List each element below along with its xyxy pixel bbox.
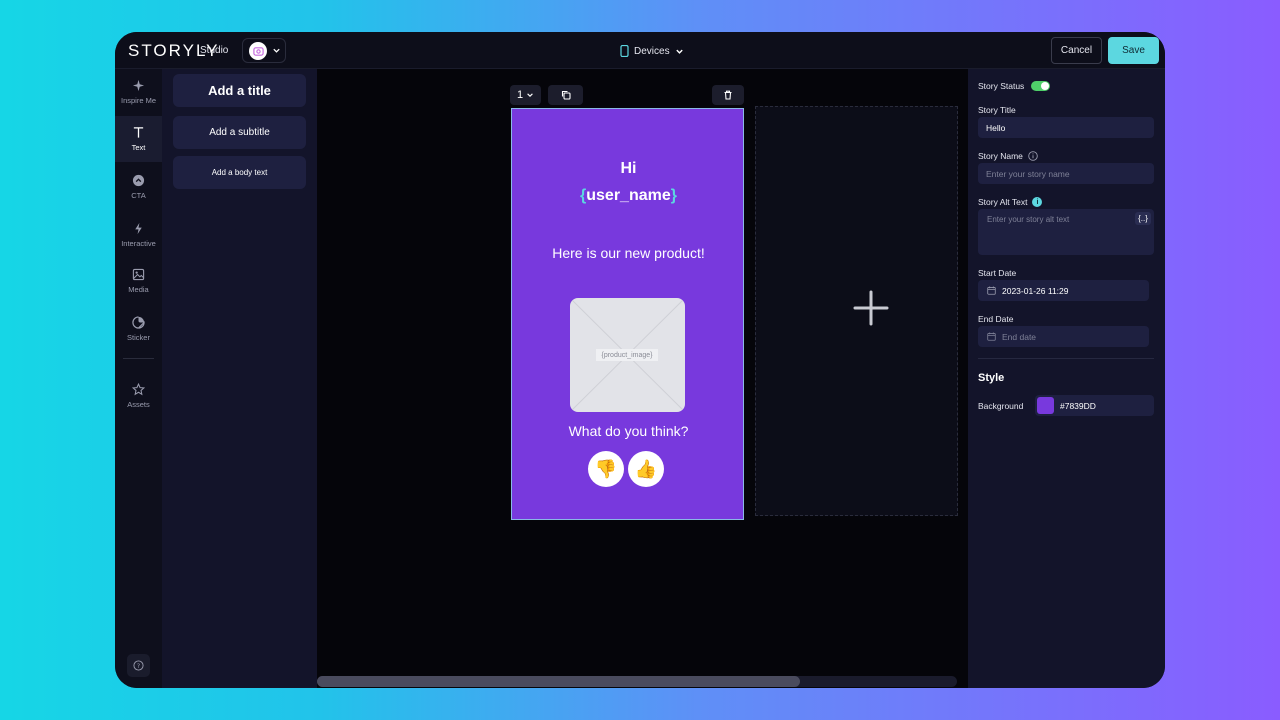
rail-item-text[interactable]: Text — [115, 116, 162, 162]
rail-item-cta[interactable]: CTA — [115, 164, 162, 210]
page-number-dropdown[interactable]: 1 — [510, 85, 541, 105]
duplicate-button[interactable] — [548, 85, 583, 105]
thumbs-down-button[interactable]: 👎 — [588, 451, 624, 487]
story-title-label: Story Title — [978, 105, 1016, 115]
story-alt-text: Story Alt Text — [978, 197, 1028, 207]
chevron-down-icon — [273, 48, 280, 53]
end-date-label: End Date — [978, 314, 1014, 324]
sticker-icon — [132, 316, 145, 329]
story-title-input[interactable]: Hello — [978, 117, 1154, 138]
rail-item-sticker[interactable]: Sticker — [115, 306, 162, 352]
rail-item-media[interactable]: Media — [115, 258, 162, 304]
insert-variable-button[interactable]: {..} — [1135, 212, 1151, 225]
color-swatch[interactable] — [1037, 397, 1054, 414]
svg-text:?: ? — [137, 662, 140, 670]
info-icon[interactable] — [1028, 151, 1038, 161]
story-body-text[interactable]: Here is our new product! — [552, 242, 705, 264]
calendar-icon — [987, 286, 996, 295]
user-var-name: user_name — [586, 187, 671, 204]
top-bar: STORYLY Studio Devices Cancel Save — [115, 32, 1165, 69]
story-name-label: Story Name — [978, 151, 1038, 161]
story-question[interactable]: What do you think? — [512, 423, 745, 439]
add-body-text-button[interactable]: Add a body text — [173, 156, 306, 189]
style-heading: Style — [978, 372, 1005, 384]
rail-label: CTA — [131, 191, 146, 200]
rail-label: Interactive — [121, 239, 156, 248]
rail-label: Sticker — [127, 333, 150, 342]
product-image-placeholder[interactable]: {product_image} — [570, 298, 685, 412]
brace-close: } — [670, 187, 677, 204]
product-image-label: {product_image} — [596, 349, 658, 361]
tool-rail: Inspire Me Text CTA Interactive Media St… — [115, 69, 162, 688]
star-icon — [132, 383, 145, 396]
thumbs-up-button[interactable]: 👍 — [628, 451, 664, 487]
rail-label: Text — [131, 143, 146, 152]
text-icon — [133, 127, 144, 138]
plus-icon — [853, 290, 889, 326]
chevron-down-icon — [675, 49, 683, 54]
delete-button[interactable] — [712, 85, 744, 105]
start-date-value: 2023-01-26 11:29 — [1002, 285, 1069, 296]
story-name-text: Story Name — [978, 151, 1023, 161]
rail-label: Inspire Me — [120, 96, 156, 105]
phone-icon — [620, 45, 629, 57]
app-picker[interactable] — [242, 38, 286, 63]
background-color-input[interactable]: #7839DD — [1035, 395, 1154, 416]
scrollbar-thumb[interactable] — [317, 676, 800, 687]
alt-text-placeholder: Enter your story alt text — [987, 215, 1070, 224]
accessibility-icon: i — [1032, 197, 1043, 207]
help-button[interactable]: ? — [127, 654, 150, 677]
image-icon — [132, 268, 145, 281]
story-alt-text-label: Story Alt Text i — [978, 197, 1043, 207]
copy-icon — [561, 90, 571, 100]
chevron-down-icon — [527, 93, 533, 97]
app-avatar — [249, 42, 267, 60]
add-title-button[interactable]: Add a title — [173, 74, 306, 107]
page-number: 1 — [516, 89, 524, 101]
story-status-label: Story Status — [978, 81, 1025, 91]
rail-item-assets[interactable]: Assets — [115, 373, 162, 419]
settings-panel: Story Status Story Title Hello Story Nam… — [968, 69, 1165, 688]
rail-label: Media — [128, 285, 149, 294]
end-date-placeholder: End date — [1002, 331, 1037, 342]
story-user-variable[interactable]: {user_name} — [512, 187, 745, 205]
trash-icon — [724, 90, 732, 100]
story-preview[interactable]: Hi {user_name} Here is our new product! … — [511, 108, 744, 520]
start-date-input[interactable]: 2023-01-26 11:29 — [978, 280, 1149, 301]
rail-item-inspire-me[interactable]: Inspire Me — [115, 69, 162, 115]
story-greeting[interactable]: Hi — [512, 160, 745, 178]
help-icon: ? — [133, 660, 144, 671]
calendar-icon — [987, 332, 996, 341]
devices-label: Devices — [634, 45, 670, 57]
app-icon — [252, 46, 264, 56]
story-status-toggle[interactable] — [1031, 81, 1050, 91]
text-panel: Add a title Add a subtitle Add a body te… — [162, 69, 317, 688]
lightning-icon — [135, 222, 142, 235]
rail-label: Assets — [127, 400, 150, 409]
studio-app: STORYLY Studio Devices Cancel Save Inspi… — [115, 32, 1165, 688]
background-label: Background — [978, 401, 1024, 411]
studio-label: Studio — [200, 45, 229, 56]
background-color-value: #7839DD — [1060, 400, 1096, 411]
add-story-slot[interactable] — [755, 106, 958, 516]
devices-dropdown[interactable]: Devices — [620, 45, 684, 57]
section-divider — [978, 358, 1154, 359]
start-date-label: Start Date — [978, 268, 1017, 278]
rail-divider — [123, 358, 154, 359]
story-canvas: 1 Hi {user_name} Here is our new product… — [317, 69, 968, 688]
cancel-button[interactable]: Cancel — [1051, 37, 1102, 64]
horizontal-scrollbar[interactable] — [317, 676, 957, 687]
rail-item-interactive[interactable]: Interactive — [115, 212, 162, 258]
story-name-input[interactable]: Enter your story name — [978, 163, 1154, 184]
sparkle-icon — [132, 79, 145, 92]
cta-icon — [132, 174, 145, 187]
end-date-input[interactable]: End date — [978, 326, 1149, 347]
save-button[interactable]: Save — [1108, 37, 1159, 64]
add-subtitle-button[interactable]: Add a subtitle — [173, 116, 306, 149]
story-alt-text-input[interactable]: Enter your story alt text {..} — [978, 209, 1154, 255]
